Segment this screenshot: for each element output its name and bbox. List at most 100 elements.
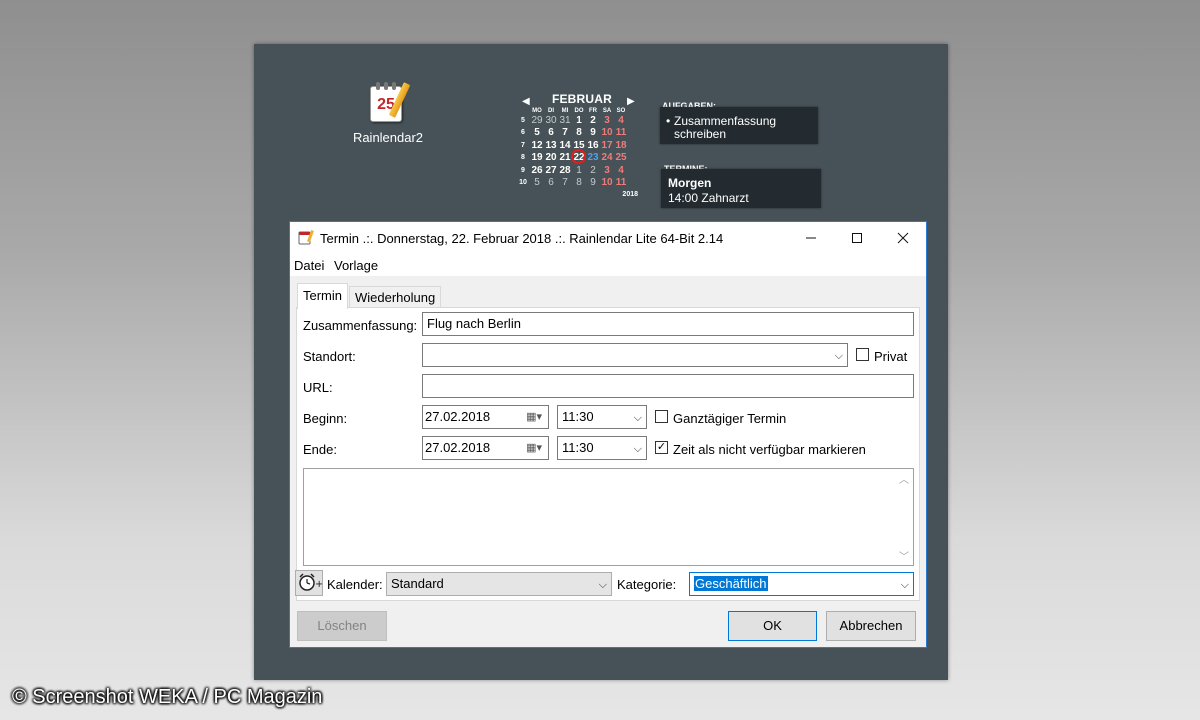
calendar-value: Standard [391,576,444,591]
begin-date-picker[interactable]: 27.02.2018 ▦▾ [422,405,549,429]
chevron-down-icon: ⌵ [633,443,642,455]
calendar-day[interactable]: 1 [572,115,586,126]
calendar-day[interactable]: 26 [530,165,544,176]
calendar-day[interactable]: 3 [600,115,614,126]
end-date-value: 27.02.2018 [425,440,491,455]
weekday-label: SA [602,108,612,114]
weekday-label: SO [616,108,626,114]
delete-button[interactable]: Löschen [297,611,387,641]
calendar-day[interactable]: 20 [544,152,558,163]
calendar-day[interactable]: 8 [572,177,586,188]
ok-button[interactable]: OK [728,611,817,641]
calendar-day[interactable]: 4 [614,115,628,126]
rainlendar-desktop-icon[interactable]: 25 Rainlendar2 [340,80,436,145]
calendar-day[interactable]: 25 [614,152,628,163]
calendar-grid: 5 29 30 31 1 2 3 4 6 5 6 7 8 9 10 11 7 12 13 14 15 16 17 18 8 19 2… [516,114,640,189]
calendar-day[interactable]: 18 [614,140,628,151]
calendar-day[interactable]: 4 [614,165,628,176]
calendar-day[interactable]: 23 [586,152,600,163]
cancel-button[interactable]: Abbrechen [826,611,916,641]
menu-datei[interactable]: Datei [294,258,324,273]
begin-time-value: 11:30 [562,409,594,424]
menu-vorlage[interactable]: Vorlage [334,258,378,273]
calendar-day[interactable]: 8 [572,127,586,138]
location-combobox[interactable]: ⌵ [422,343,848,367]
close-button[interactable] [880,222,926,254]
calendar-dropdown-icon[interactable]: ▦▾ [526,406,542,428]
calendar-day[interactable]: 5 [530,127,544,138]
calendar-day[interactable]: 27 [544,165,558,176]
calendar-day[interactable]: 1 [572,165,586,176]
calendar-day[interactable]: 29 [530,115,544,126]
busy-checkbox[interactable]: ✓ [655,441,668,454]
bullet-icon: • [666,114,671,128]
private-checkbox[interactable] [856,348,869,361]
tab-termin[interactable]: Termin [297,283,349,309]
alarm-button[interactable]: + [295,570,323,596]
notes-textarea[interactable]: ︿ ﹀ [303,468,914,566]
category-combobox[interactable]: Geschäftlich ⌵ [689,572,914,596]
calendar-select[interactable]: Standard ⌵ [386,572,612,596]
summary-input[interactable]: Flug nach Berlin [422,312,914,336]
calendar-day[interactable]: 13 [544,140,558,151]
calendar-day[interactable]: 28 [558,165,572,176]
maximize-button[interactable] [834,222,880,254]
task-item[interactable]: Zusammenfassung schreiben [666,115,812,141]
end-time-combobox[interactable]: 11:30 ⌵ [557,436,647,460]
calendar-day[interactable]: 2 [586,165,600,176]
all-day-checkbox[interactable] [655,410,668,423]
calendar-day[interactable]: 2 [586,115,600,126]
calendar-day[interactable]: 31 [558,115,572,126]
week-number: 5 [521,116,525,124]
weekday-header: MO DI MI DO FR SA SO [516,108,640,114]
calendar-day[interactable]: 5 [530,177,544,188]
url-label: URL: [303,380,333,395]
title-bar[interactable]: Termin .:. Donnerstag, 22. Februar 2018 … [290,222,926,254]
calendar-dropdown-icon[interactable]: ▦▾ [526,437,542,459]
calendar-day[interactable]: 6 [544,127,558,138]
calendar-day[interactable]: 21 [558,152,572,163]
scroll-up-icon[interactable]: ︿ [899,471,909,486]
all-day-label: Ganztägiger Termin [673,411,787,426]
event-item[interactable]: 14:00 Zahnarzt [668,191,749,205]
prev-month-icon[interactable]: ◀ [522,96,530,107]
app-icon [298,230,314,245]
svg-text:+: + [315,579,322,590]
calendar-day[interactable]: 14 [558,140,572,151]
calendar-day[interactable]: 10 [600,177,614,188]
calendar-week-row: 5 29 30 31 1 2 3 4 [516,114,640,127]
maximize-icon [852,233,862,243]
begin-time-combobox[interactable]: 11:30 ⌵ [557,405,647,429]
calendar-day[interactable]: 7 [558,177,572,188]
next-month-icon[interactable]: ▶ [627,96,635,107]
calendar-day[interactable]: 19 [530,152,544,163]
week-number: 8 [521,154,525,162]
category-label: Kategorie: [617,577,677,592]
calendar-day[interactable]: 3 [600,165,614,176]
calendar-day[interactable]: 11 [614,177,628,188]
week-number: 7 [521,141,525,149]
calendar-day-today[interactable]: 22 [571,149,586,165]
calendar-day[interactable]: 30 [544,115,558,126]
end-date-picker[interactable]: 27.02.2018 ▦▾ [422,436,549,460]
calendar-day[interactable]: 9 [586,127,600,138]
menu-bar: Datei Vorlage [290,254,926,276]
calendar-day[interactable]: 10 [600,127,614,138]
notes-scrollbar[interactable]: ︿ ﹀ [896,469,913,565]
events-day: Morgen [668,176,712,190]
tab-wiederholung[interactable]: Wiederholung [349,286,442,308]
calendar-day[interactable]: 6 [544,177,558,188]
minimize-button[interactable] [788,222,834,254]
url-input[interactable] [422,374,914,398]
calendar-day[interactable]: 11 [614,127,628,138]
calendar-day[interactable]: 12 [530,140,544,151]
scroll-down-icon[interactable]: ﹀ [899,548,909,563]
alarm-clock-icon: + [299,573,323,591]
calendar-day[interactable]: 7 [558,127,572,138]
calendar-day[interactable]: 17 [600,140,614,151]
calendar-day[interactable]: 9 [586,177,600,188]
calendar-day[interactable]: 16 [586,140,600,151]
calendar-day[interactable]: 24 [600,152,614,163]
busy-label: Zeit als nicht verfügbar markieren [673,442,866,457]
calendar-week-row: 9 26 27 28 1 2 3 4 [516,164,640,177]
